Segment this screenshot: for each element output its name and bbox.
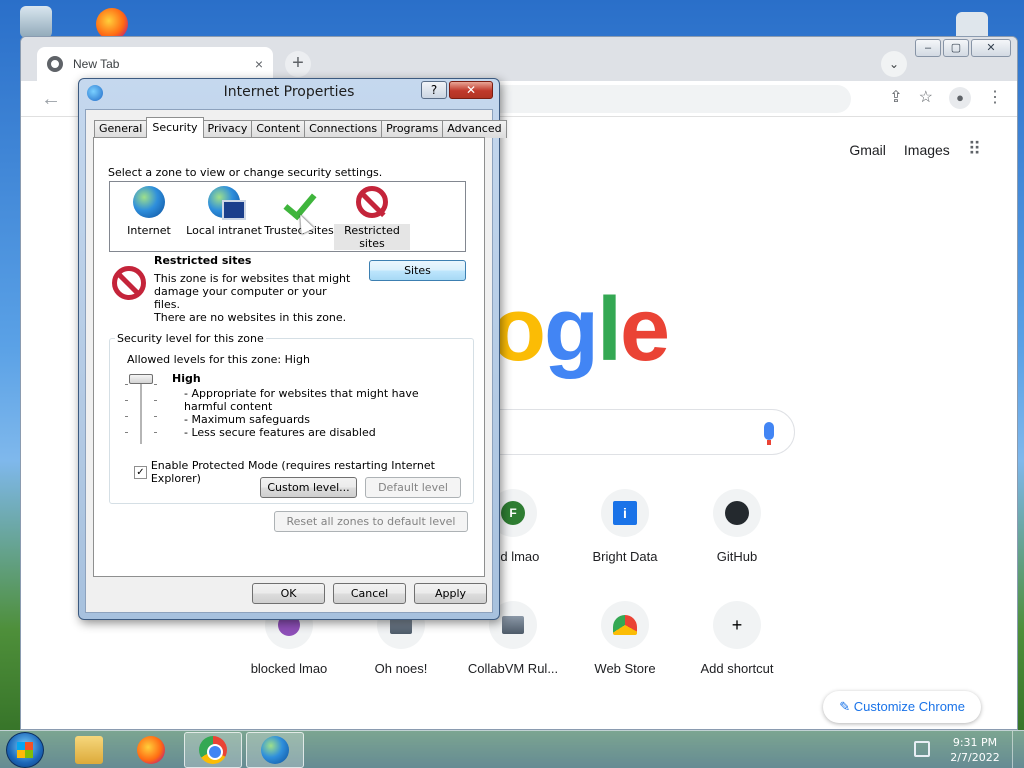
shortcut-tile[interactable]: i Bright Data (569, 489, 681, 564)
tab-privacy[interactable]: Privacy (202, 120, 253, 138)
window-controls: – ▢ ✕ (915, 39, 1011, 57)
shortcut-label: Add shortcut (700, 661, 774, 676)
web-store-icon (601, 601, 649, 649)
protected-mode-checkbox[interactable]: ✓ (134, 465, 147, 479)
security-level-slider-track[interactable] (140, 374, 142, 444)
clock-date: 2/7/2022 (950, 751, 1000, 764)
zone-local-intranet[interactable]: Local intranet (184, 186, 264, 237)
internet-options-icon (261, 736, 289, 764)
tab-content[interactable]: Content (251, 120, 306, 138)
tab-search-button[interactable]: ⌄ (881, 51, 907, 77)
zone-list: Internet Local intranet Trusted sites Re… (109, 181, 466, 252)
tab-advanced[interactable]: Advanced (442, 120, 507, 138)
start-button[interactable] (6, 732, 44, 768)
recycle-bin-icon[interactable] (20, 6, 52, 38)
clock-time: 9:31 PM (952, 736, 998, 749)
zone-sites-status: There are no websites in this zone. (154, 311, 347, 324)
show-desktop-button[interactable] (1012, 731, 1024, 768)
new-tab-button[interactable]: + (285, 51, 311, 77)
images-link[interactable]: Images (904, 142, 950, 158)
globe-icon (133, 186, 165, 218)
bookmark-star-icon[interactable]: ☆ (919, 87, 933, 109)
allowed-levels-label: Allowed levels for this zone: High (127, 353, 310, 366)
shortcut-label: Web Store (594, 661, 656, 676)
pencil-icon: ✎ (839, 699, 851, 714)
minimize-button[interactable]: – (915, 39, 941, 57)
reset-all-zones-button[interactable]: Reset all zones to default level (274, 511, 468, 532)
chrome-icon (199, 736, 227, 764)
security-level-name: High (172, 372, 201, 385)
ntp-header-links: Gmail Images ⠿ (849, 139, 981, 160)
voice-search-mic-icon[interactable] (764, 422, 774, 445)
back-arrow-icon[interactable]: ← (41, 88, 61, 111)
add-shortcut-tile[interactable]: + Add shortcut (681, 601, 793, 676)
zone-prompt: Select a zone to view or change security… (108, 166, 383, 179)
toolbar-actions: ⇪ ☆ ● ⋮ (889, 87, 1003, 109)
default-level-button[interactable]: Default level (365, 477, 461, 498)
google-search-box[interactable] (451, 409, 795, 455)
dialog-body: General Security Privacy Content Connect… (85, 109, 507, 613)
share-icon[interactable]: ⇪ (889, 87, 902, 109)
selected-zone-description: This zone is for websites that might dam… (154, 272, 351, 311)
gmail-link[interactable]: Gmail (849, 142, 886, 158)
customize-chrome-label: Customize Chrome (853, 699, 965, 714)
shortcut-label: Oh noes! (374, 661, 428, 676)
taskbar-chrome[interactable] (184, 732, 242, 768)
taskbar-explorer[interactable] (60, 732, 118, 768)
tab-strip: New Tab × + ⌄ – ▢ ✕ (21, 37, 1017, 81)
selected-zone-name: Restricted sites (154, 254, 252, 267)
bright-data-icon: i (601, 489, 649, 537)
sites-button[interactable]: Sites (369, 260, 466, 281)
shortcut-label: Bright Data (592, 549, 658, 564)
firefox-icon (137, 736, 165, 764)
profile-avatar-icon[interactable]: ● (949, 87, 971, 109)
taskbar-internet-properties[interactable] (246, 732, 304, 768)
shortcut-tile[interactable]: GitHub (681, 489, 793, 564)
close-window-button[interactable]: ✕ (971, 39, 1011, 57)
ok-button[interactable]: OK (252, 583, 325, 604)
help-button[interactable]: ? (421, 81, 447, 99)
folder-icon (75, 736, 103, 764)
taskbar: 9:31 PM 2/7/2022 (0, 730, 1024, 768)
custom-level-button[interactable]: Custom level... (260, 477, 357, 498)
tab-security[interactable]: Security (146, 117, 204, 138)
plus-icon: + (713, 601, 761, 649)
github-icon (713, 489, 761, 537)
security-level-slider-thumb[interactable] (129, 374, 153, 384)
taskbar-firefox[interactable] (122, 732, 180, 768)
apply-button[interactable]: Apply (414, 583, 487, 604)
shortcut-label: CollabVM Rul... (467, 661, 559, 676)
dialog-close-button[interactable]: ✕ (449, 81, 493, 99)
shortcut-label: GitHub (716, 549, 758, 564)
tab-new-tab[interactable]: New Tab × (37, 47, 273, 81)
google-apps-icon[interactable]: ⠿ (968, 139, 981, 160)
tab-general[interactable]: General (94, 120, 148, 138)
shortcut-tile[interactable]: Web Store (569, 601, 681, 676)
cancel-button[interactable]: Cancel (333, 583, 406, 604)
tab-connections[interactable]: Connections (304, 120, 383, 138)
intranet-icon (208, 186, 246, 220)
zone-restricted-sites[interactable]: Restricted sites (334, 186, 410, 250)
shortcut-label: blocked lmao (250, 661, 328, 676)
chrome-favicon-icon (47, 56, 63, 72)
internet-properties-dialog: Internet Properties ? ✕ General Security… (78, 78, 507, 620)
security-level-group-title: Security level for this zone (115, 332, 266, 345)
security-tab-panel: Select a zone to view or change security… (93, 137, 485, 577)
tab-close-icon[interactable]: × (255, 56, 263, 72)
network-tray-icon[interactable] (914, 741, 930, 757)
tab-title: New Tab (73, 57, 120, 71)
restricted-icon (356, 186, 388, 218)
checkmark-icon (283, 186, 315, 218)
customize-chrome-button[interactable]: ✎ Customize Chrome (823, 691, 981, 723)
dialog-tabs: General Security Privacy Content Connect… (94, 117, 507, 138)
google-logo: ogle (491, 280, 670, 380)
chrome-menu-icon[interactable]: ⋮ (987, 87, 1003, 109)
system-clock[interactable]: 9:31 PM 2/7/2022 (944, 735, 1006, 765)
security-level-description: - Appropriate for websites that might ha… (184, 387, 419, 439)
tab-programs[interactable]: Programs (381, 120, 444, 138)
zone-internet[interactable]: Internet (110, 186, 188, 237)
restricted-zone-large-icon (112, 266, 146, 300)
maximize-button[interactable]: ▢ (943, 39, 969, 57)
